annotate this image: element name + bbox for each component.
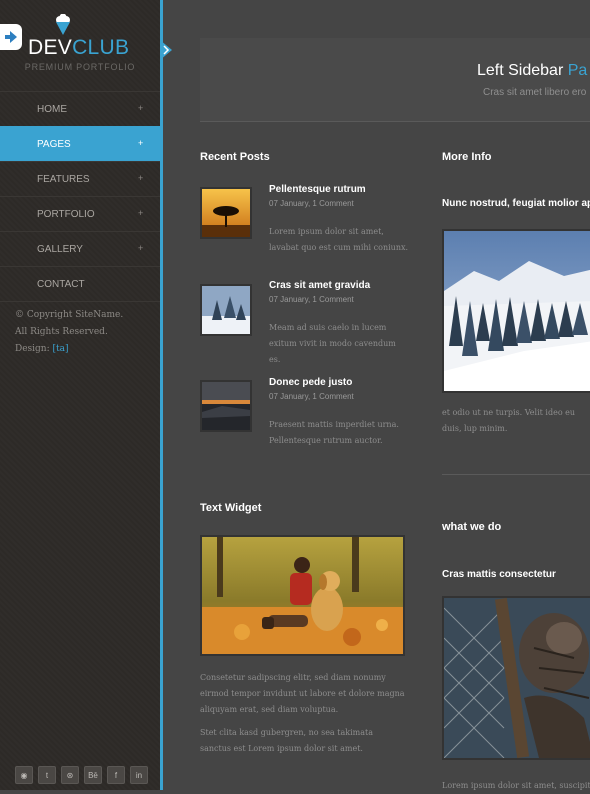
cat-fence-image (442, 596, 590, 760)
what-we-do-text: Lorem ipsum dolor sit amet, suscipit teg (442, 781, 590, 790)
recent-posts-heading: Recent Posts (200, 151, 270, 163)
what-we-do-subheading: Cras mattis consectetur (442, 569, 556, 580)
copyright-line: © Copyright SiteName. (15, 310, 124, 320)
page-header: Left Sidebar Pa Cras sit amet libero ero (200, 38, 590, 122)
main-content: Left Sidebar Pa Cras sit amet libero ero… (167, 0, 590, 790)
nav-label: HOME (37, 104, 67, 115)
more-info-heading: More Info (442, 151, 492, 163)
dribbble-icon[interactable]: ⊛ (61, 766, 79, 784)
nav-label: GALLERY (37, 244, 83, 255)
logo-text-dev: DEV (28, 36, 73, 59)
sidebar-toggle-button[interactable] (0, 24, 22, 50)
post-title[interactable]: Pellentesque rutrum (269, 184, 366, 195)
post-thumbnail-lake[interactable] (200, 380, 252, 432)
post-excerpt: Lorem ipsum dolor sit amet, lavabat quo … (269, 227, 409, 252)
nav-label: PORTFOLIO (37, 209, 95, 220)
text-widget-para2: Stet clita kasd gubergren, no sea takima… (200, 728, 373, 753)
nav-item-pages[interactable]: PAGES + (0, 126, 160, 161)
section-divider (442, 474, 590, 475)
logo-text: DEVCLUB (28, 36, 129, 60)
post-date: 07 January, 1 Comment (269, 295, 354, 304)
facebook-icon[interactable]: f (107, 766, 125, 784)
post-title[interactable]: Cras sit amet gravida (269, 280, 370, 291)
twitter-icon[interactable]: t (38, 766, 56, 784)
expand-plus-icon[interactable]: + (138, 243, 143, 253)
nav-label: FEATURES (37, 174, 90, 185)
expand-plus-icon[interactable]: + (138, 103, 143, 113)
more-info-subheading: Nunc nostrud, feugiat molior ap (442, 198, 590, 209)
behance-icon[interactable]: Bē (84, 766, 102, 784)
logo-text-club: CLUB (72, 36, 130, 59)
post-date: 07 January, 1 Comment (269, 199, 354, 208)
more-info-text: et odio ut ne turpis. Velit ideo eu duis… (442, 408, 576, 433)
sidebar: DEVCLUB PREMIUM PORTFOLIO HOME + PAGES + F… (0, 0, 160, 790)
rights-line: All Rights Reserved. (15, 327, 108, 337)
text-widget-heading: Text Widget (200, 502, 262, 514)
expand-plus-icon[interactable]: + (138, 208, 143, 218)
nav-label: CONTACT (37, 279, 85, 290)
mountain-image (442, 229, 590, 393)
copyright: © Copyright SiteName. All Rights Reserve… (15, 307, 123, 358)
post-thumbnail-sunset[interactable] (200, 187, 252, 239)
expand-plus-icon[interactable]: + (138, 173, 143, 183)
main-nav: HOME + PAGES + FEATURES + PORTFOLIO + GALLER… (0, 91, 160, 302)
nav-item-features[interactable]: FEATURES + (0, 161, 160, 196)
page-title-text: Left Sidebar (477, 62, 564, 79)
nav-item-portfolio[interactable]: PORTFOLIO + (0, 196, 160, 231)
rss-icon[interactable]: ◉ (15, 766, 33, 784)
sidebar-accent-bar (160, 0, 163, 790)
what-we-do-heading: what we do (442, 521, 502, 533)
page-title: Left Sidebar Pa (477, 62, 587, 80)
expand-plus-icon[interactable]: + (138, 138, 143, 148)
page-title-highlight: Pa (567, 62, 588, 79)
nav-item-gallery[interactable]: GALLERY + (0, 231, 160, 266)
post-date: 07 January, 1 Comment (269, 392, 354, 401)
linkedin-icon[interactable]: in (130, 766, 148, 784)
post-thumbnail-snow[interactable] (200, 284, 252, 336)
social-icons: ◉ t ⊛ Bē f in (15, 766, 148, 784)
text-widget-para1: Consetetur sadipscing elitr, sed diam no… (200, 673, 405, 714)
nav-label: PAGES (37, 139, 71, 150)
page-subtitle: Cras sit amet libero ero (483, 87, 587, 98)
post-excerpt: Meam ad suis caelo in lucem exitum vivit… (269, 323, 396, 364)
design-credit: Design: [ta] (15, 341, 123, 358)
arrow-right-icon (5, 31, 17, 43)
post-title[interactable]: Donec pede justo (269, 377, 352, 388)
post-excerpt: Praesent mattis imperdiet urna. Pellente… (269, 420, 399, 445)
ice-cream-logo-icon (56, 14, 70, 35)
nav-item-contact[interactable]: CONTACT (0, 266, 160, 302)
logo-tagline: PREMIUM PORTFOLIO (24, 62, 136, 72)
nav-item-home[interactable]: HOME + (0, 91, 160, 126)
design-link[interactable]: [ta] (53, 344, 69, 354)
design-label: Design: (15, 344, 50, 354)
woman-dog-image (200, 535, 405, 656)
